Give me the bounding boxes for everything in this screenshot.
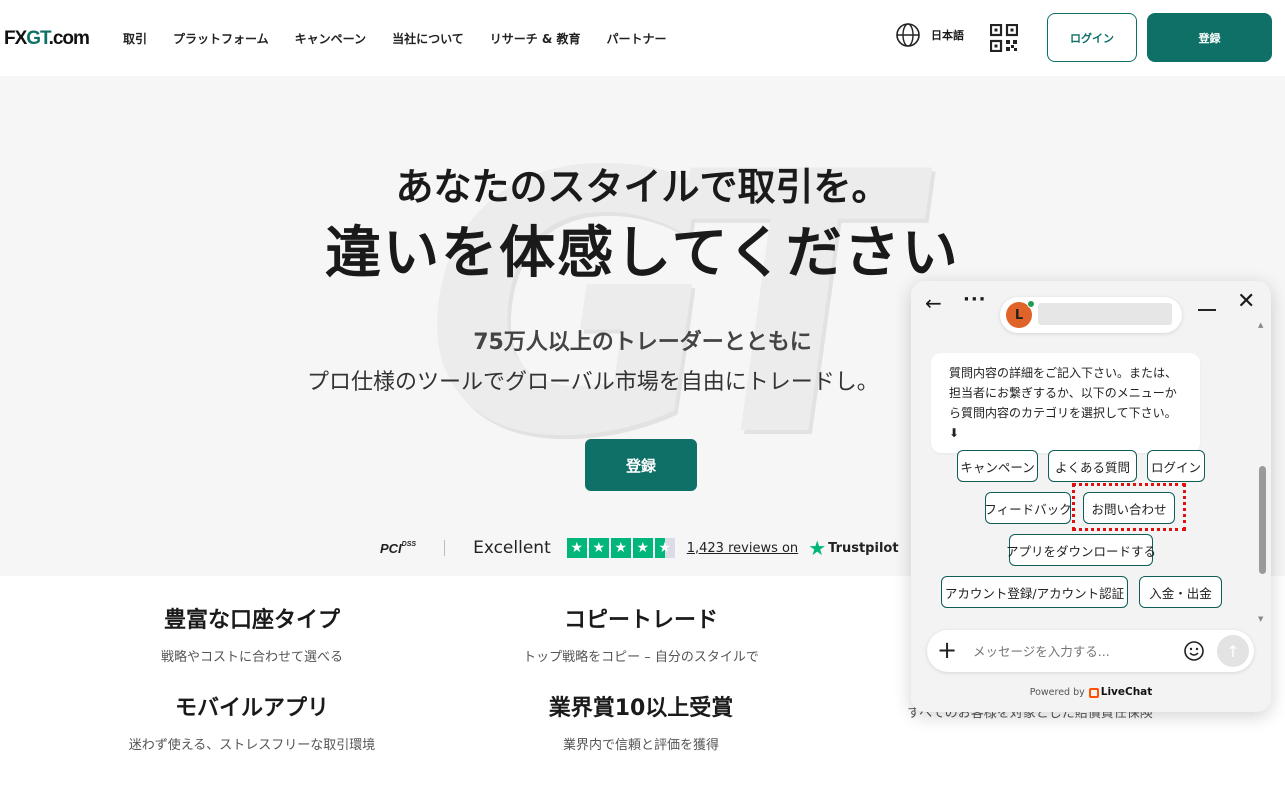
quick-reply-account-verification[interactable]: アカウント登録/アカウント認証 bbox=[941, 576, 1128, 608]
globe-icon bbox=[896, 23, 920, 47]
quick-reply-download-app[interactable]: アプリをダウンロードする bbox=[1006, 534, 1156, 566]
pci-dss-logo: PCIDSS bbox=[380, 540, 417, 556]
language-selector[interactable]: 日本語 bbox=[895, 22, 964, 48]
login-button[interactable]: ログイン bbox=[1047, 13, 1137, 62]
feature-desc: トップ戦略をコピー – 自分のスタイルで bbox=[523, 650, 759, 665]
feature-account-types: 豊富な口座タイプ 戦略やコストに合わせて選べる bbox=[102, 602, 402, 665]
agent-name-redacted bbox=[1038, 303, 1172, 325]
trustpilot-star-icon: ★ bbox=[808, 536, 827, 560]
feature-awards: 業界賞10以上受賞 業界内で信頼と評価を獲得 bbox=[491, 690, 791, 753]
emoji-icon[interactable] bbox=[1183, 640, 1205, 662]
star-icon: ★ bbox=[588, 538, 609, 558]
livechat-logo-icon bbox=[1088, 687, 1099, 698]
feature-title: モバイルアプリ bbox=[174, 696, 329, 721]
nav-item-platform[interactable]: プラットフォーム bbox=[173, 30, 269, 47]
qr-code-icon[interactable] bbox=[990, 24, 1018, 52]
language-label: 日本語 bbox=[931, 29, 964, 42]
nav-item-partner[interactable]: パートナー bbox=[607, 30, 667, 47]
nav-item-campaign[interactable]: キャンペーン bbox=[295, 30, 366, 47]
trust-bar: PCIDSS Excellent ★ ★ ★ ★ ★ 1,423 reviews… bbox=[380, 536, 899, 560]
message-input[interactable] bbox=[973, 638, 1173, 664]
star-icon: ★ bbox=[566, 538, 587, 558]
chat-scrollbar[interactable] bbox=[1259, 466, 1266, 574]
nav-item-trading[interactable]: 取引 bbox=[123, 30, 147, 47]
star-icon: ★ bbox=[610, 538, 631, 558]
star-icon: ★ bbox=[632, 538, 653, 558]
rating-text: Excellent bbox=[473, 538, 551, 558]
feature-copy-trade: コピートレード トップ戦略をコピー – 自分のスタイルで bbox=[491, 602, 791, 665]
online-status-dot bbox=[1027, 300, 1035, 308]
scroll-up-icon[interactable]: ▲ bbox=[1258, 321, 1263, 329]
nav-item-research[interactable]: リサーチ & 教育 bbox=[490, 30, 581, 47]
quick-reply-login[interactable]: ログイン bbox=[1147, 450, 1205, 482]
feature-title: 業界賞10以上受賞 bbox=[548, 696, 734, 721]
reviews-link[interactable]: 1,423 reviews on bbox=[687, 541, 798, 556]
trustpilot-logo[interactable]: Trustpilot bbox=[828, 541, 898, 556]
quick-reply-feedback[interactable]: フィードバック bbox=[984, 492, 1072, 524]
site-header: FXGT.com 取引 プラットフォーム キャンペーン 当社について リサーチ … bbox=[0, 0, 1285, 76]
livechat-widget: ← ··· L ✕ ▲ 質問内容の詳細をご記入下さい。または、担当者にお繋ぎする… bbox=[911, 281, 1271, 712]
feature-mobile-app: モバイルアプリ 迷わず使える、ストレスフリーな取引環境 bbox=[102, 690, 402, 753]
fxgt-logo[interactable]: FXGT.com bbox=[4, 28, 90, 50]
quick-reply-faq[interactable]: よくある質問 bbox=[1048, 450, 1137, 482]
divider bbox=[444, 540, 446, 556]
scroll-down-icon[interactable]: ▼ bbox=[1258, 615, 1263, 623]
highlight-box bbox=[1072, 483, 1186, 531]
hero-title-line2: 違いを体感してください bbox=[325, 221, 960, 286]
half-star-icon: ★ bbox=[654, 538, 675, 558]
feature-desc: 戦略やコストに合わせて選べる bbox=[160, 650, 343, 665]
feature-desc: 迷わず使える、ストレスフリーな取引環境 bbox=[128, 738, 376, 753]
quick-reply-campaign[interactable]: キャンペーン bbox=[957, 450, 1038, 482]
agent-info[interactable]: L bbox=[1000, 297, 1182, 333]
star-rating: ★ ★ ★ ★ ★ bbox=[566, 538, 675, 558]
feature-title: コピートレード bbox=[563, 608, 718, 633]
arrow-up-icon: ↑ bbox=[1226, 641, 1240, 661]
minimize-icon[interactable] bbox=[1198, 309, 1216, 311]
more-options-icon[interactable]: ··· bbox=[963, 289, 987, 310]
powered-by: Powered by LiveChat bbox=[1029, 686, 1153, 698]
agent-message: 質問内容の詳細をご記入下さい。または、担当者にお繋ぎするか、以下のメニューから質… bbox=[931, 353, 1200, 453]
quick-reply-deposit-withdrawal[interactable]: 入金・出金 bbox=[1139, 576, 1222, 608]
back-arrow-icon[interactable]: ← bbox=[925, 291, 942, 315]
nav-item-about[interactable]: 当社について bbox=[392, 30, 464, 47]
register-button[interactable]: 登録 bbox=[1147, 13, 1272, 62]
hero-register-button[interactable]: 登録 bbox=[585, 439, 697, 491]
close-icon[interactable]: ✕ bbox=[1237, 289, 1255, 314]
plus-icon[interactable]: + bbox=[937, 636, 957, 664]
feature-title: 豊富な口座タイプ bbox=[163, 608, 340, 633]
main-nav: 取引 プラットフォーム キャンペーン 当社について リサーチ & 教育 パートナ… bbox=[123, 30, 693, 47]
hero-subtitle-line2: プロ仕様のツールでグローバル市場を自由にトレードし。 bbox=[307, 370, 879, 395]
send-button[interactable]: ↑ bbox=[1217, 635, 1249, 667]
hero-title-line1: あなたのスタイルで取引を。 bbox=[395, 165, 890, 209]
feature-desc: 業界内で信頼と評価を獲得 bbox=[562, 738, 719, 753]
chat-header: ← ··· L ✕ bbox=[911, 281, 1271, 333]
message-composer: + ↑ bbox=[927, 630, 1254, 672]
